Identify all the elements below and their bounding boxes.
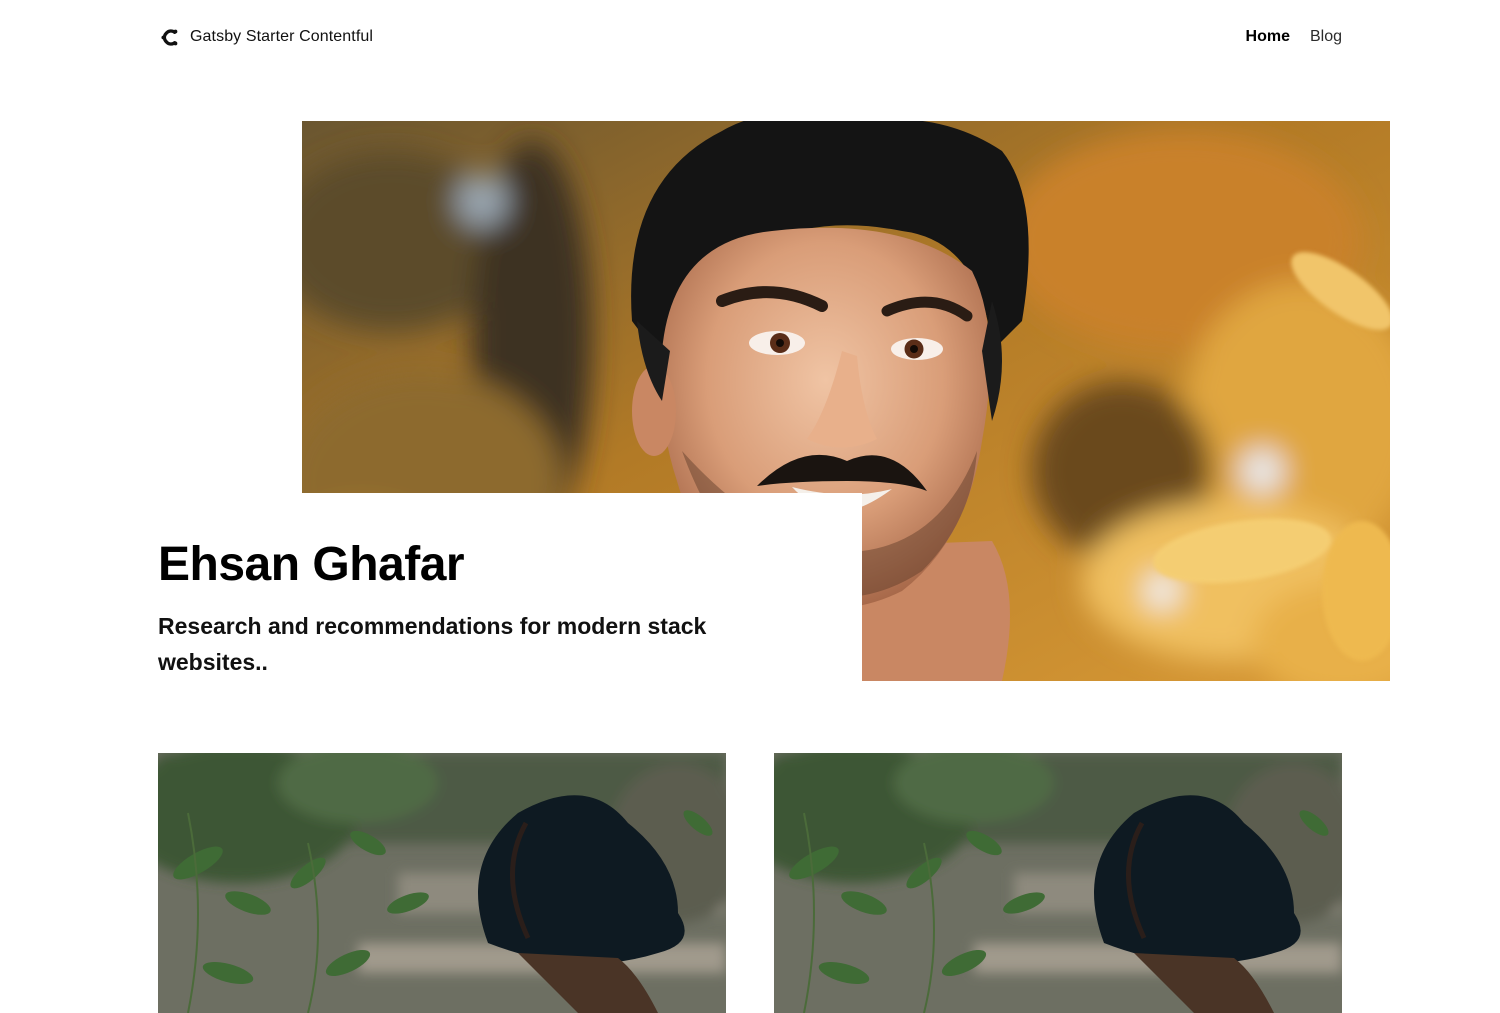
- article-preview-card[interactable]: [158, 753, 726, 1013]
- main-nav: Home Blog: [1246, 28, 1342, 46]
- article-preview-image: [774, 753, 1342, 1013]
- article-preview-image: [158, 753, 726, 1013]
- article-preview-card[interactable]: [774, 753, 1342, 1013]
- site-header: Gatsby Starter Contentful Home Blog: [158, 22, 1342, 52]
- nav-home-link[interactable]: Home: [1246, 28, 1290, 46]
- hero-title: Ehsan Ghafar: [158, 538, 465, 591]
- hero-subtitle: Research and recommendations for modern …: [158, 613, 707, 675]
- brand-name: Gatsby Starter Contentful: [190, 28, 374, 45]
- nav-blog-link[interactable]: Blog: [1310, 28, 1342, 46]
- contentful-logo-icon: [161, 28, 178, 46]
- brand-link[interactable]: Gatsby Starter Contentful: [158, 26, 373, 49]
